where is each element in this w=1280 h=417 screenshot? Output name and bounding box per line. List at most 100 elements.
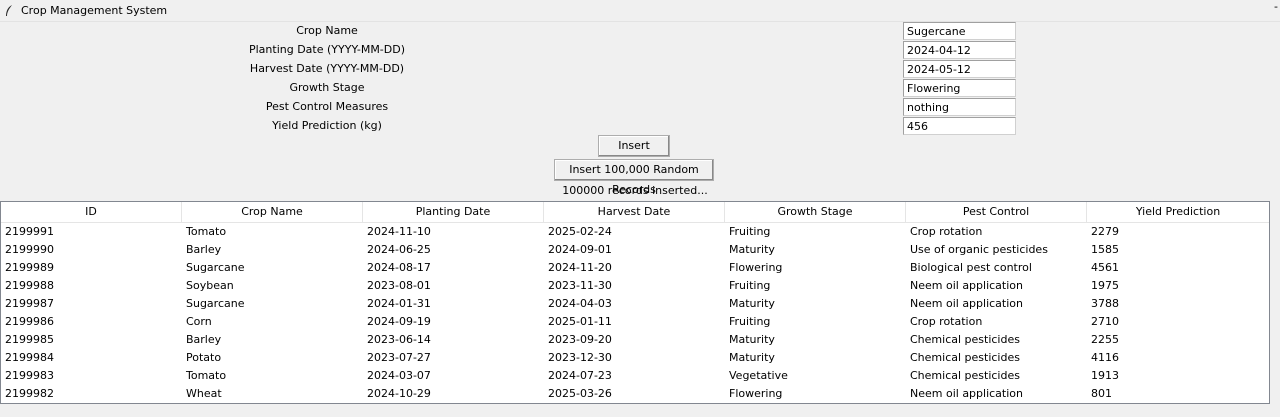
yield-prediction-input[interactable]	[903, 117, 1016, 135]
table-body: 2199991 Tomato 2024-11-10 2025-02-24 Fru…	[1, 223, 1269, 403]
vertical-scrollbar[interactable]	[1270, 22, 1280, 404]
table-cell: Use of organic pesticides	[910, 243, 1048, 256]
crop-name-label: Crop Name	[296, 24, 358, 37]
table-cell: 2199982	[5, 387, 54, 400]
feather-icon	[6, 5, 12, 16]
table-row[interactable]: 2199991 Tomato 2024-11-10 2025-02-24 Fru…	[1, 223, 1269, 241]
minimize-button[interactable]: -	[1274, 0, 1278, 13]
growth-stage-input[interactable]	[903, 79, 1016, 97]
table-row[interactable]: 2199983 Tomato 2024-03-07 2024-07-23 Veg…	[1, 367, 1269, 385]
table-cell: 2023-06-14	[367, 333, 431, 346]
table-cell: 2024-11-20	[548, 261, 612, 274]
table-cell: 2255	[1091, 333, 1119, 346]
window-title: Crop Management System	[21, 4, 168, 17]
table-cell: Biological pest control	[910, 261, 1032, 274]
table-cell: 2199987	[5, 297, 54, 310]
table-cell: Chemical pesticides	[910, 333, 1020, 346]
table-header: ID Crop Name Planting Date Harvest Date …	[1, 202, 1269, 223]
column-header-planting-date[interactable]: Planting Date	[363, 202, 544, 222]
table-cell: 2199986	[5, 315, 54, 328]
table-cell: 2199988	[5, 279, 54, 292]
table-row[interactable]: 2199988 Soybean 2023-08-01 2023-11-30 Fr…	[1, 277, 1269, 295]
status-label: 100000 records inserted...	[562, 184, 708, 197]
column-header-crop-name[interactable]: Crop Name	[182, 202, 363, 222]
table-cell: 1975	[1091, 279, 1119, 292]
table-cell: Wheat	[186, 387, 222, 400]
records-table[interactable]: ID Crop Name Planting Date Harvest Date …	[0, 201, 1270, 404]
pest-control-label: Pest Control Measures	[265, 100, 389, 113]
column-header-yield-prediction[interactable]: Yield Prediction	[1087, 202, 1269, 222]
table-row[interactable]: 2199990 Barley 2024-06-25 2024-09-01 Mat…	[1, 241, 1269, 259]
crop-name-input[interactable]	[903, 22, 1016, 40]
table-cell: 2024-09-01	[548, 243, 612, 256]
yield-prediction-label: Yield Prediction (kg)	[272, 119, 382, 132]
table-cell: 2199989	[5, 261, 54, 274]
table-row[interactable]: 2199985 Barley 2023-06-14 2023-09-20 Mat…	[1, 331, 1269, 349]
table-cell: 2023-12-30	[548, 351, 612, 364]
table-row[interactable]: 2199986 Corn 2024-09-19 2025-01-11 Fruit…	[1, 313, 1269, 331]
harvest-date-label: Harvest Date (YYYY-MM-DD)	[249, 62, 405, 75]
table-cell: Maturity	[729, 351, 775, 364]
pest-control-input[interactable]	[903, 98, 1016, 116]
table-cell: 2025-02-24	[548, 225, 612, 238]
table-cell: 1913	[1091, 369, 1119, 382]
table-cell: Maturity	[729, 297, 775, 310]
table-cell: 2024-09-19	[367, 315, 431, 328]
table-cell: Potato	[186, 351, 222, 364]
table-cell: 2024-06-25	[367, 243, 431, 256]
table-cell: Flowering	[729, 261, 783, 274]
table-cell: 801	[1091, 387, 1112, 400]
table-cell: Chemical pesticides	[910, 369, 1020, 382]
insert-random-records-button[interactable]: Insert 100,000 Random Records	[554, 159, 714, 196]
table-cell: Maturity	[729, 243, 775, 256]
table-cell: Barley	[186, 333, 222, 346]
table-cell: 2023-07-27	[367, 351, 431, 364]
table-cell: 2024-11-10	[367, 225, 431, 238]
column-header-harvest-date[interactable]: Harvest Date	[544, 202, 725, 222]
table-cell: 2199984	[5, 351, 54, 364]
horizontal-scrollbar[interactable]	[0, 405, 1270, 417]
table-cell: Flowering	[729, 387, 783, 400]
table-cell: 2024-07-23	[548, 369, 612, 382]
table-row[interactable]: 2199982 Wheat 2024-10-29 2025-03-26 Flow…	[1, 385, 1269, 403]
table-cell: Crop rotation	[910, 225, 983, 238]
table-cell: Neem oil application	[910, 279, 1023, 292]
column-header-growth-stage[interactable]: Growth Stage	[725, 202, 906, 222]
table-cell: Fruiting	[729, 315, 771, 328]
table-cell: Barley	[186, 243, 222, 256]
table-cell: Vegetative	[729, 369, 788, 382]
table-cell: 2023-09-20	[548, 333, 612, 346]
table-cell: 2279	[1091, 225, 1119, 238]
table-cell: Fruiting	[729, 279, 771, 292]
table-cell: Fruiting	[729, 225, 771, 238]
planting-date-label: Planting Date (YYYY-MM-DD)	[248, 43, 406, 56]
table-cell: Tomato	[186, 369, 227, 382]
table-cell: 4116	[1091, 351, 1119, 364]
table-cell: 2024-04-03	[548, 297, 612, 310]
planting-date-input[interactable]	[903, 41, 1016, 59]
table-row[interactable]: 2199987 Sugarcane 2024-01-31 2024-04-03 …	[1, 295, 1269, 313]
table-cell: 2199983	[5, 369, 54, 382]
table-cell: 4561	[1091, 261, 1119, 274]
table-cell: 2199991	[5, 225, 54, 238]
table-cell: 2023-08-01	[367, 279, 431, 292]
table-cell: 2024-10-29	[367, 387, 431, 400]
insert-record-button[interactable]: Insert Record	[598, 135, 670, 172]
table-cell: Crop rotation	[910, 315, 983, 328]
column-header-pest-control[interactable]: Pest Control	[906, 202, 1087, 222]
table-cell: Maturity	[729, 333, 775, 346]
table-cell: Soybean	[186, 279, 234, 292]
table-cell: 2024-01-31	[367, 297, 431, 310]
table-row[interactable]: 2199984 Potato 2023-07-27 2023-12-30 Mat…	[1, 349, 1269, 367]
harvest-date-input[interactable]	[903, 60, 1016, 78]
table-row[interactable]: 2199989 Sugarcane 2024-08-17 2024-11-20 …	[1, 259, 1269, 277]
growth-stage-label: Growth Stage	[289, 81, 365, 94]
table-cell: 2025-03-26	[548, 387, 612, 400]
column-header-id[interactable]: ID	[1, 202, 182, 222]
table-cell: 2199990	[5, 243, 54, 256]
table-cell: Neem oil application	[910, 297, 1023, 310]
table-cell: Sugarcane	[186, 297, 245, 310]
table-cell: 2023-11-30	[548, 279, 612, 292]
table-cell: 2710	[1091, 315, 1119, 328]
table-cell: Chemical pesticides	[910, 351, 1020, 364]
